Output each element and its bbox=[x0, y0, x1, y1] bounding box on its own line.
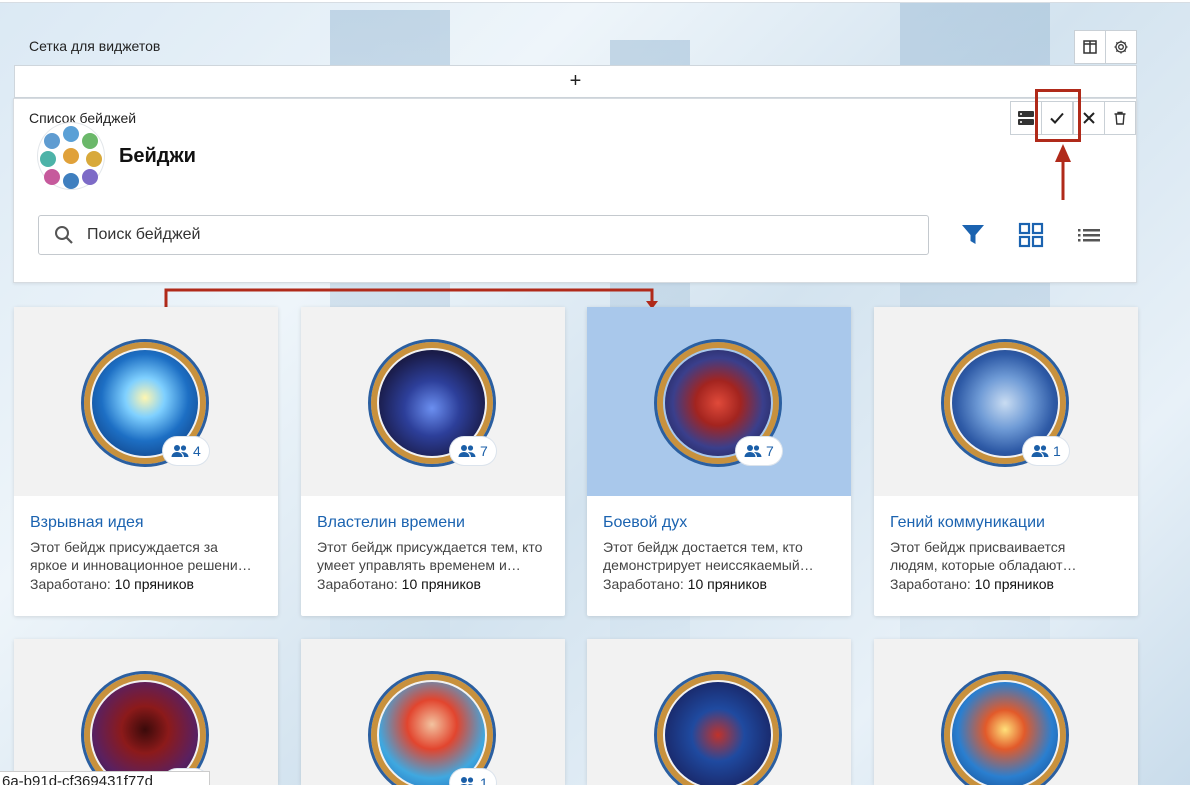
badge-earned: Заработано: 10 пряников bbox=[30, 576, 194, 592]
earned-value: 10 пряников bbox=[687, 576, 767, 592]
badge-image-area: 1 bbox=[874, 307, 1138, 496]
people-icon bbox=[458, 445, 476, 457]
badge-description: Этот бейдж присуждается за яркое и иннов… bbox=[30, 538, 262, 574]
badge-description-line: демонстрирует неиссякаемый… bbox=[603, 557, 814, 573]
badge-card[interactable]: 7 Властелин времени Этот бейдж присуждае… bbox=[301, 307, 565, 616]
earned-value: 10 пряников bbox=[114, 576, 194, 592]
earners-count-badge[interactable]: 7 bbox=[450, 437, 496, 465]
badge-image-area: 1 bbox=[301, 639, 565, 785]
badge-earned: Заработано: 10 пряников bbox=[603, 576, 767, 592]
badge-title[interactable]: Властелин времени bbox=[317, 514, 465, 532]
badge-avatar bbox=[368, 671, 496, 785]
earned-label: Заработано: bbox=[30, 576, 111, 592]
badge-description: Этот бейдж присваивается людям, которые … bbox=[890, 538, 1122, 574]
badge-card[interactable]: 4 Взрывная идея Этот бейдж присуждается … bbox=[14, 307, 278, 616]
earners-count-badge[interactable]: 7 bbox=[736, 437, 782, 465]
earners-count: 7 bbox=[766, 443, 774, 459]
badge-avatar bbox=[81, 671, 209, 785]
annotation-arrow-head bbox=[1055, 144, 1071, 162]
badge-image-area: 4 bbox=[14, 307, 278, 496]
badge-description-line: яркое и инновационное решени… bbox=[30, 557, 252, 573]
badge-description: Этот бейдж достается тем, кто демонстрир… bbox=[603, 538, 835, 574]
annotation-connector bbox=[164, 288, 654, 308]
badge-description-line: Этот бейдж присуждается за bbox=[30, 539, 218, 555]
earned-value: 10 пряников bbox=[974, 576, 1054, 592]
badge-card[interactable] bbox=[587, 639, 851, 785]
status-url-tooltip: 6a-b91d-cf369431f77d bbox=[0, 771, 210, 785]
people-icon bbox=[171, 445, 189, 457]
people-icon bbox=[744, 445, 762, 457]
earned-label: Заработано: bbox=[603, 576, 684, 592]
earned-value: 10 пряников bbox=[401, 576, 481, 592]
badge-image-area: 7 bbox=[301, 307, 565, 496]
badge-description-line: Этот бейдж присваивается bbox=[890, 539, 1066, 555]
badge-description-line: умеет управлять временем и… bbox=[317, 557, 521, 573]
earners-count: 1 bbox=[1053, 443, 1061, 459]
badge-title[interactable]: Гений коммуникации bbox=[890, 514, 1045, 532]
earners-count: 7 bbox=[480, 443, 488, 459]
badge-card[interactable]: 1 Гений коммуникации Этот бейдж присваив… bbox=[874, 307, 1138, 616]
badge-card[interactable]: 1 bbox=[301, 639, 565, 785]
badge-image-area: 7 bbox=[587, 307, 851, 496]
badge-earned: Заработано: 10 пряников bbox=[317, 576, 481, 592]
badge-image-area bbox=[587, 639, 851, 785]
earners-count-badge[interactable]: 1 bbox=[1023, 437, 1069, 465]
badge-image-area: 3 bbox=[14, 639, 278, 785]
earners-count: 4 bbox=[193, 443, 201, 459]
badge-description-line: Этот бейдж достается тем, кто bbox=[603, 539, 803, 555]
people-icon bbox=[1031, 445, 1049, 457]
people-icon bbox=[460, 777, 474, 785]
badge-card-selected[interactable]: 7 Боевой дух Этот бейдж достается тем, к… bbox=[587, 307, 851, 616]
earners-count-badge[interactable]: 1 bbox=[450, 769, 496, 785]
badge-earned: Заработано: 10 пряников bbox=[890, 576, 1054, 592]
badge-avatar bbox=[941, 671, 1069, 785]
badge-title[interactable]: Взрывная идея bbox=[30, 514, 144, 532]
badge-description: Этот бейдж присуждается тем, кто умеет у… bbox=[317, 538, 549, 574]
badge-description-line: людям, которые обладают… bbox=[890, 557, 1077, 573]
earners-count: 1 bbox=[480, 775, 488, 785]
badge-card[interactable]: 3 bbox=[14, 639, 278, 785]
earners-count-badge[interactable]: 4 bbox=[163, 437, 209, 465]
badge-image-area bbox=[874, 639, 1138, 785]
badge-title[interactable]: Боевой дух bbox=[603, 514, 687, 532]
badge-card[interactable] bbox=[874, 639, 1138, 785]
badge-avatar bbox=[654, 671, 782, 785]
earned-label: Заработано: bbox=[317, 576, 398, 592]
badge-description-line: Этот бейдж присуждается тем, кто bbox=[317, 539, 543, 555]
earned-label: Заработано: bbox=[890, 576, 971, 592]
